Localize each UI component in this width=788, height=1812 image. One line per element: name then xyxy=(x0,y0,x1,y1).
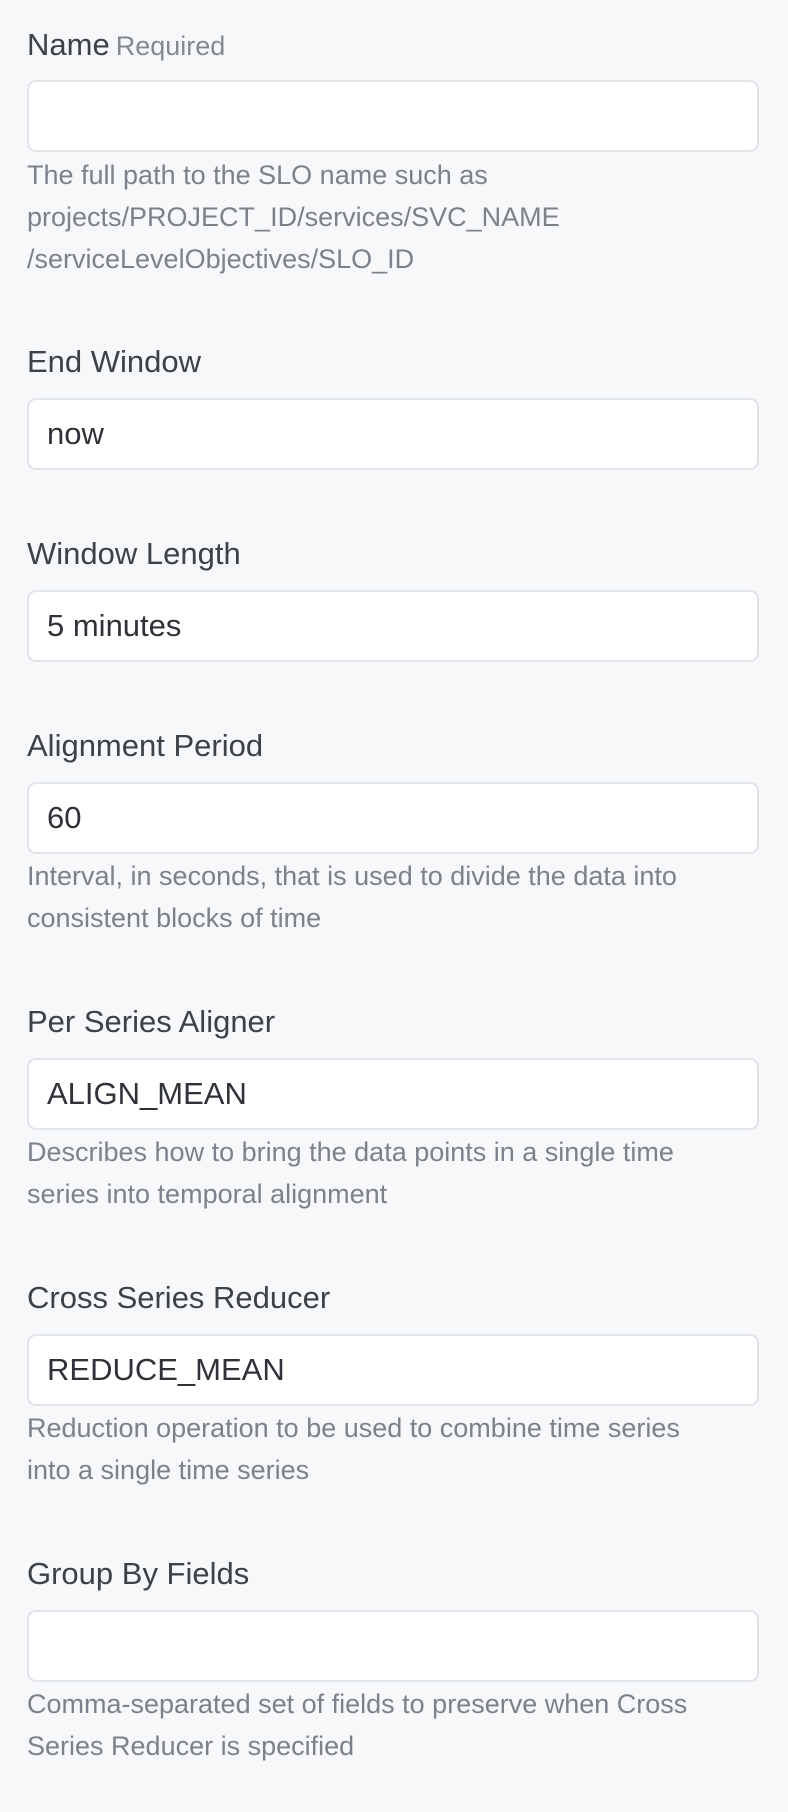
name-help-line-3: /serviceLevelObjectives/SLO_ID xyxy=(27,244,415,274)
cross-series-reducer-help-text: Reduction operation to be used to combin… xyxy=(27,1407,767,1491)
name-help-line-2: projects/PROJECT_ID/services/SVC_NAME xyxy=(27,202,560,232)
name-field: Name Required The full path to the SLO na… xyxy=(27,25,759,274)
window-length-label: Window Length xyxy=(27,536,241,571)
group-by-fields-input[interactable] xyxy=(27,1610,759,1682)
alignment-period-label: Alignment Period xyxy=(27,728,264,763)
per-series-aligner-help-line-1: Describes how to bring the data points i… xyxy=(27,1137,674,1167)
group-by-fields-field: Group By Fields Comma-separated set of f… xyxy=(27,1554,759,1761)
cross-series-reducer-help-line-2: into a single time series xyxy=(27,1455,310,1485)
end-window-input[interactable]: now xyxy=(27,398,759,470)
cross-series-reducer-help-line-1: Reduction operation to be used to combin… xyxy=(27,1413,680,1443)
name-help-line-1: The full path to the SLO name such as xyxy=(27,160,488,190)
end-window-field: End Window now xyxy=(27,342,759,470)
alignment-period-help-line-2: consistent blocks of time xyxy=(27,903,322,933)
alignment-period-help-text: Interval, in seconds, that is used to di… xyxy=(27,855,767,939)
cross-series-reducer-input[interactable]: REDUCE_MEAN xyxy=(27,1334,759,1406)
name-label: Name Required xyxy=(27,25,759,65)
per-series-aligner-label: Per Series Aligner xyxy=(27,1004,276,1039)
required-indicator: Required xyxy=(115,31,226,61)
cross-series-reducer-label: Cross Series Reducer xyxy=(27,1280,331,1315)
group-by-fields-help-line-2: Series Reducer is specified xyxy=(27,1731,355,1761)
cross-series-reducer-input-value: REDUCE_MEAN xyxy=(47,1352,285,1387)
name-input[interactable] xyxy=(27,80,759,152)
alignment-period-input[interactable]: 60 xyxy=(27,782,759,854)
end-window-label: End Window xyxy=(27,344,202,379)
group-by-fields-help-line-1: Comma-separated set of fields to preserv… xyxy=(27,1689,688,1719)
end-window-input-value: now xyxy=(47,416,104,451)
alignment-period-field: Alignment Period 60 Interval, in seconds… xyxy=(27,726,759,933)
name-label-text: Name xyxy=(27,27,110,62)
window-length-field: Window Length 5 minutes xyxy=(27,534,759,662)
cross-series-reducer-field: Cross Series Reducer REDUCE_MEAN Reducti… xyxy=(27,1278,759,1485)
name-help-text: The full path to the SLO name such as pr… xyxy=(27,154,767,280)
alignment-period-help-line-1: Interval, in seconds, that is used to di… xyxy=(27,861,677,891)
window-length-input-value: 5 minutes xyxy=(47,608,182,643)
per-series-aligner-input-value: ALIGN_MEAN xyxy=(47,1076,247,1111)
per-series-aligner-help-text: Describes how to bring the data points i… xyxy=(27,1131,767,1215)
group-by-fields-help-text: Comma-separated set of fields to preserv… xyxy=(27,1683,767,1767)
alignment-period-input-value: 60 xyxy=(47,800,82,835)
per-series-aligner-help-line-2: series into temporal alignment xyxy=(27,1179,388,1209)
group-by-fields-label: Group By Fields xyxy=(27,1556,250,1591)
window-length-input[interactable]: 5 minutes xyxy=(27,590,759,662)
per-series-aligner-input[interactable]: ALIGN_MEAN xyxy=(27,1058,759,1130)
per-series-aligner-field: Per Series Aligner ALIGN_MEAN Describes … xyxy=(27,1002,759,1209)
